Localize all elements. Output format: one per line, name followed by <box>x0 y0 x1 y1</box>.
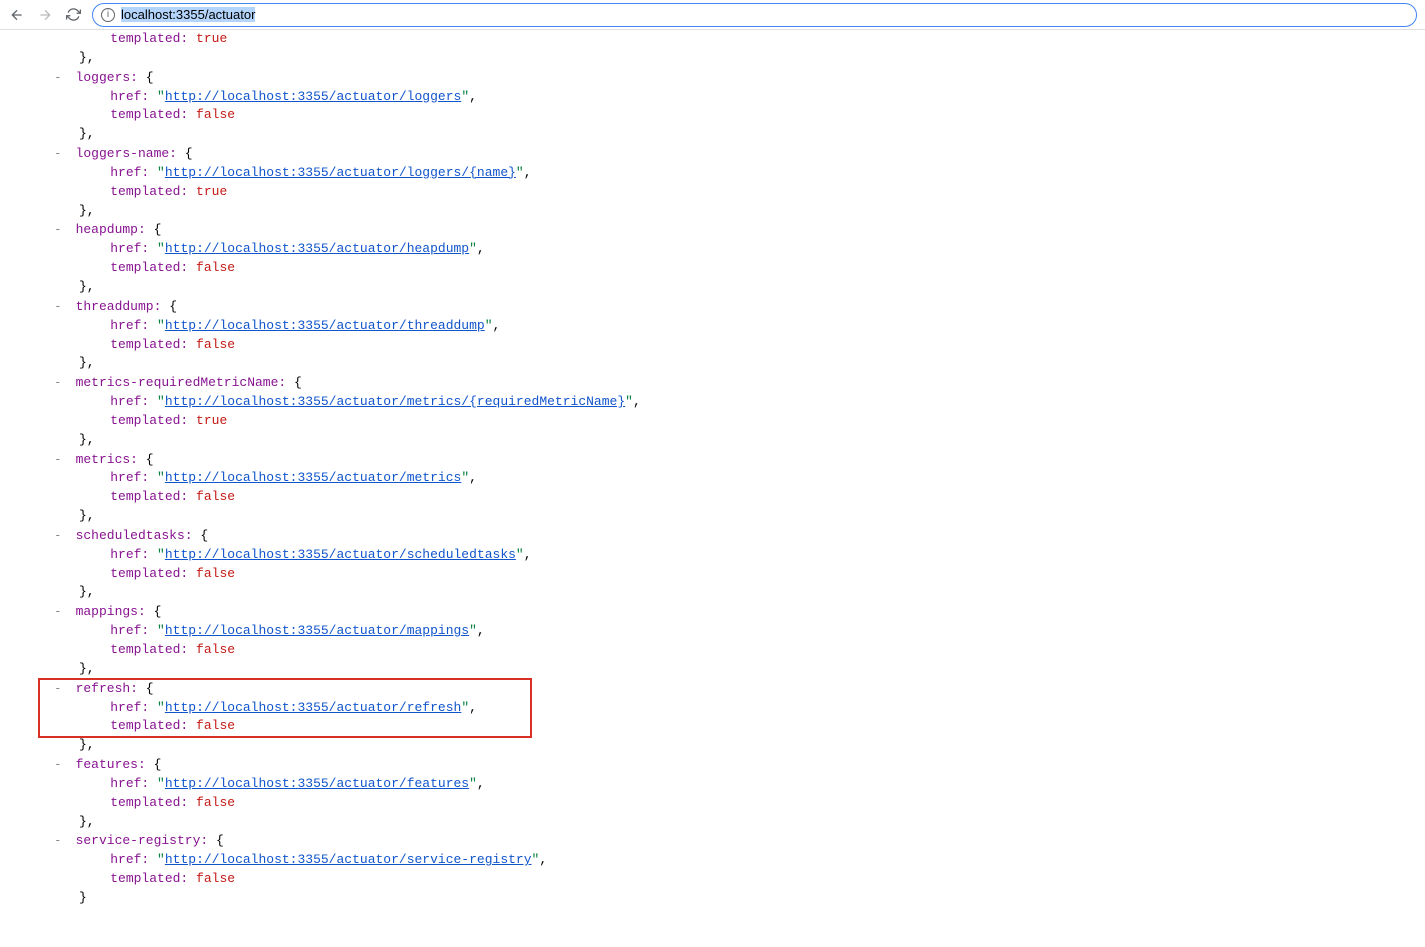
json-templated-line: templated: false <box>40 794 1425 813</box>
collapse-toggle-icon[interactable]: - <box>56 832 60 847</box>
json-close-line: }, <box>40 813 1425 832</box>
collapse-toggle-icon[interactable]: - <box>56 451 60 466</box>
json-entry-scheduledtasks: - scheduledtasks: { href: "http://localh… <box>40 526 1425 602</box>
json-key-line: - scheduledtasks: { <box>40 526 1425 546</box>
site-info-icon[interactable]: i <box>101 8 115 22</box>
json-href-line: href: "http://localhost:3355/actuator/fe… <box>40 775 1425 794</box>
forward-button[interactable] <box>36 6 54 24</box>
json-entry-mappings: - mappings: { href: "http://localhost:33… <box>40 602 1425 678</box>
href-link[interactable]: http://localhost:3355/actuator/metrics <box>165 470 461 485</box>
json-viewer: templated: true }, - loggers: { href: "h… <box>0 30 1425 908</box>
json-close-line: }, <box>40 736 1425 755</box>
json-href-line: href: "http://localhost:3355/actuator/me… <box>40 469 1425 488</box>
collapse-toggle-icon[interactable]: - <box>56 298 60 313</box>
href-link[interactable]: http://localhost:3355/actuator/scheduled… <box>165 547 516 562</box>
json-href-line: href: "http://localhost:3355/actuator/sc… <box>40 546 1425 565</box>
collapse-toggle-icon[interactable]: - <box>56 374 60 389</box>
json-close-line: }, <box>40 125 1425 144</box>
json-close-line: }, <box>40 202 1425 221</box>
json-entry-loggers: - loggers: { href: "http://localhost:335… <box>40 68 1425 144</box>
address-bar[interactable]: i localhost:3355/actuator <box>92 3 1417 27</box>
json-entry-metrics-requiredMetricName: - metrics-requiredMetricName: { href: "h… <box>40 373 1425 449</box>
json-href-line: href: "http://localhost:3355/actuator/ma… <box>40 622 1425 641</box>
json-templated-line: templated: false <box>40 488 1425 507</box>
json-line: templated: true <box>40 30 1425 49</box>
json-href-line: href: "http://localhost:3355/actuator/th… <box>40 317 1425 336</box>
json-templated-line: templated: false <box>40 641 1425 660</box>
json-entry-heapdump: - heapdump: { href: "http://localhost:33… <box>40 220 1425 296</box>
json-close-line: }, <box>40 660 1425 679</box>
json-href-line: href: "http://localhost:3355/actuator/lo… <box>40 164 1425 183</box>
json-close-line: } <box>40 889 1425 908</box>
json-href-line: href: "http://localhost:3355/actuator/me… <box>40 393 1425 412</box>
json-href-line: href: "http://localhost:3355/actuator/lo… <box>40 88 1425 107</box>
json-href-line: href: "http://localhost:3355/actuator/he… <box>40 240 1425 259</box>
collapse-toggle-icon[interactable]: - <box>56 221 60 236</box>
collapse-toggle-icon[interactable]: - <box>56 145 60 160</box>
highlight-annotation <box>38 678 532 738</box>
json-line: }, <box>40 49 1425 68</box>
reload-button[interactable] <box>64 6 82 24</box>
collapse-toggle-icon[interactable]: - <box>56 756 60 771</box>
json-entry-metrics: - metrics: { href: "http://localhost:335… <box>40 450 1425 526</box>
json-close-line: }, <box>40 583 1425 602</box>
json-templated-line: templated: true <box>40 183 1425 202</box>
json-key-line: - mappings: { <box>40 602 1425 622</box>
json-close-line: }, <box>40 431 1425 450</box>
json-entry-service-registry: - service-registry: { href: "http://loca… <box>40 831 1425 907</box>
href-link[interactable]: http://localhost:3355/actuator/heapdump <box>165 241 469 256</box>
json-close-line: }, <box>40 354 1425 373</box>
href-link[interactable]: http://localhost:3355/actuator/features <box>165 776 469 791</box>
collapse-toggle-icon[interactable]: - <box>56 527 60 542</box>
json-key-line: - service-registry: { <box>40 831 1425 851</box>
json-close-line: }, <box>40 507 1425 526</box>
json-templated-line: templated: true <box>40 412 1425 431</box>
href-link[interactable]: http://localhost:3355/actuator/mappings <box>165 623 469 638</box>
json-entry-loggers-name: - loggers-name: { href: "http://localhos… <box>40 144 1425 220</box>
collapse-toggle-icon[interactable]: - <box>56 603 60 618</box>
back-button[interactable] <box>8 6 26 24</box>
href-link[interactable]: http://localhost:3355/actuator/threaddum… <box>165 318 485 333</box>
collapse-toggle-icon[interactable]: - <box>56 69 60 84</box>
json-entry-threaddump: - threaddump: { href: "http://localhost:… <box>40 297 1425 373</box>
json-key-line: - metrics-requiredMetricName: { <box>40 373 1425 393</box>
json-templated-line: templated: false <box>40 870 1425 889</box>
json-templated-line: templated: false <box>40 565 1425 584</box>
json-entry-refresh: - refresh: { href: "http://localhost:335… <box>40 679 1425 755</box>
json-key-line: - loggers: { <box>40 68 1425 88</box>
href-link[interactable]: http://localhost:3355/actuator/loggers <box>165 89 461 104</box>
json-entry-partial: templated: true }, <box>40 30 1425 68</box>
href-link[interactable]: http://localhost:3355/actuator/service-r… <box>165 852 532 867</box>
json-href-line: href: "http://localhost:3355/actuator/se… <box>40 851 1425 870</box>
json-key-line: - loggers-name: { <box>40 144 1425 164</box>
json-templated-line: templated: false <box>40 106 1425 125</box>
json-key-line: - threaddump: { <box>40 297 1425 317</box>
json-key-line: - heapdump: { <box>40 220 1425 240</box>
json-templated-line: templated: false <box>40 259 1425 278</box>
href-link[interactable]: http://localhost:3355/actuator/metrics/{… <box>165 394 625 409</box>
json-entry-features: - features: { href: "http://localhost:33… <box>40 755 1425 831</box>
href-link[interactable]: http://localhost:3355/actuator/loggers/{… <box>165 165 516 180</box>
json-key-line: - metrics: { <box>40 450 1425 470</box>
url-text: localhost:3355/actuator <box>121 7 255 22</box>
json-templated-line: templated: false <box>40 336 1425 355</box>
json-close-line: }, <box>40 278 1425 297</box>
json-key-line: - features: { <box>40 755 1425 775</box>
browser-toolbar: i localhost:3355/actuator <box>0 0 1425 30</box>
